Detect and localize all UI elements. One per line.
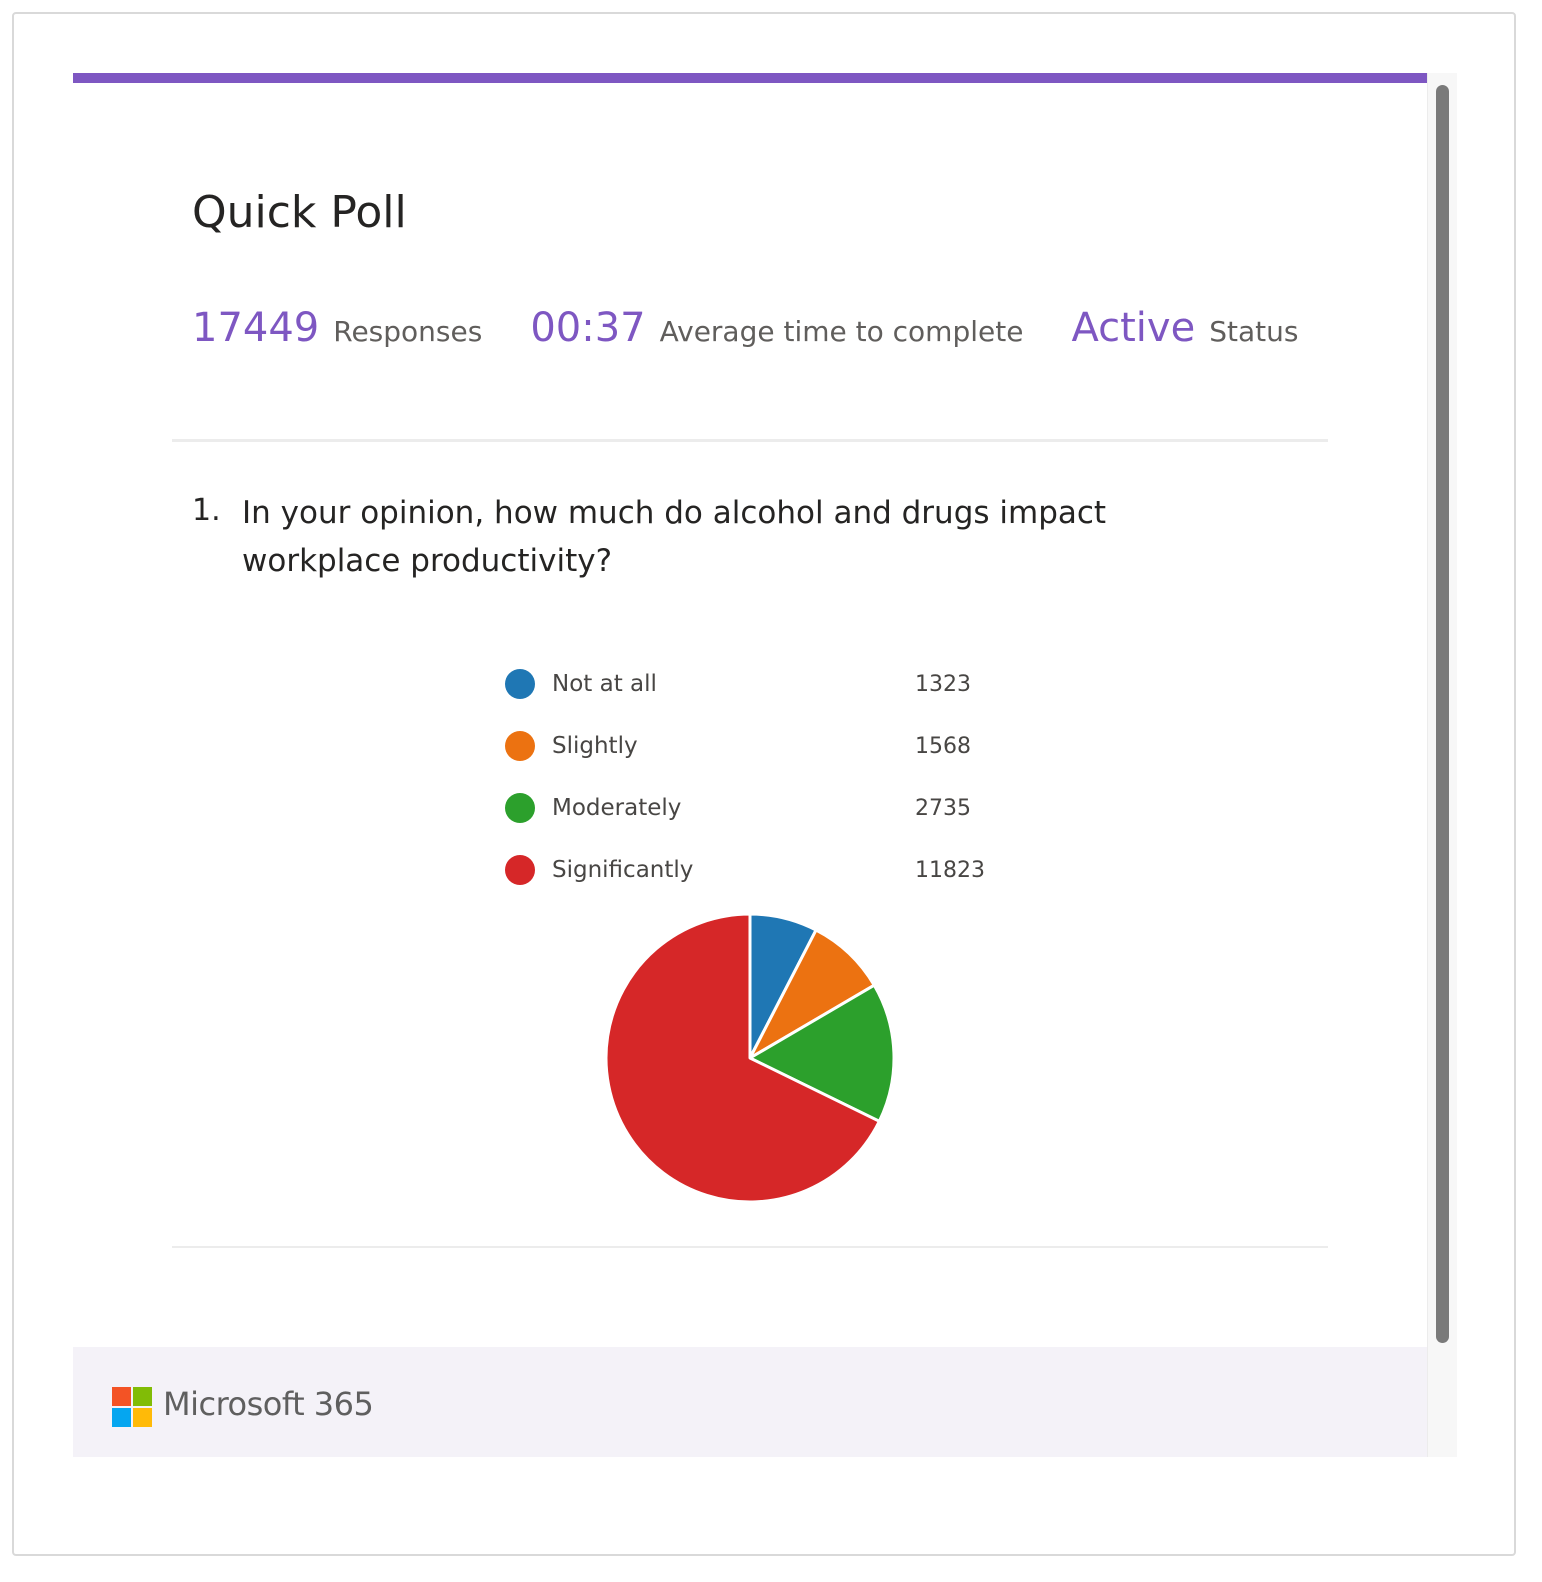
question-number: 1. bbox=[192, 493, 221, 528]
logo-square bbox=[112, 1387, 131, 1406]
legend-count: 2735 bbox=[915, 795, 971, 821]
microsoft-logo-icon bbox=[112, 1387, 153, 1428]
forms-embed: Quick Poll 17449 Responses 00:37 Average… bbox=[73, 73, 1457, 1457]
stat-label: Average time to complete bbox=[659, 315, 1024, 348]
legend-item: Moderately 2735 bbox=[505, 777, 1005, 839]
stat-value: Active bbox=[1071, 305, 1196, 351]
brand-name: Microsoft 365 bbox=[163, 1385, 374, 1423]
stat-responses: 17449 Responses bbox=[192, 305, 482, 351]
logo-square bbox=[133, 1387, 152, 1406]
stat-label: Status bbox=[1209, 315, 1299, 348]
scrollbar-thumb[interactable] bbox=[1436, 85, 1449, 1343]
question-text: In your opinion, how much do alcohol and… bbox=[242, 495, 1107, 579]
legend-item: Slightly 1568 bbox=[505, 715, 1005, 777]
legend-item: Not at all 1323 bbox=[505, 653, 1005, 715]
legend-swatch bbox=[505, 855, 535, 885]
stat-average-time: 00:37 Average time to complete bbox=[530, 305, 1023, 351]
pie-chart bbox=[604, 912, 896, 1204]
legend-count: 11823 bbox=[915, 857, 985, 883]
divider-bottom bbox=[172, 1246, 1328, 1248]
legend-count: 1568 bbox=[915, 733, 971, 759]
legend-label: Slightly bbox=[552, 733, 638, 759]
stat-value: 00:37 bbox=[530, 305, 646, 351]
poll-content: Quick Poll 17449 Responses 00:37 Average… bbox=[73, 83, 1427, 1347]
legend-count: 1323 bbox=[915, 671, 971, 697]
legend-item: Significantly 11823 bbox=[505, 839, 1005, 901]
footer: Microsoft 365 bbox=[73, 1347, 1427, 1457]
stat-label: Responses bbox=[333, 315, 483, 348]
legend-swatch bbox=[505, 669, 535, 699]
legend-label: Significantly bbox=[552, 857, 694, 883]
question: 1. In your opinion, how much do alcohol … bbox=[192, 489, 1272, 585]
stat-status: Active Status bbox=[1071, 305, 1298, 351]
chart-legend: Not at all 1323 Slightly 1568 Moderately… bbox=[505, 653, 1005, 901]
logo-square bbox=[133, 1408, 152, 1427]
accent-bar bbox=[73, 73, 1427, 83]
logo-square bbox=[112, 1408, 131, 1427]
divider-top bbox=[172, 439, 1328, 442]
legend-swatch bbox=[505, 793, 535, 823]
stats-row: 17449 Responses 00:37 Average time to co… bbox=[192, 305, 1346, 351]
scrollbar-track[interactable] bbox=[1427, 73, 1457, 1457]
legend-label: Moderately bbox=[552, 795, 682, 821]
legend-label: Not at all bbox=[552, 671, 657, 697]
stat-value: 17449 bbox=[192, 305, 320, 351]
legend-swatch bbox=[505, 731, 535, 761]
page-title: Quick Poll bbox=[192, 187, 407, 238]
